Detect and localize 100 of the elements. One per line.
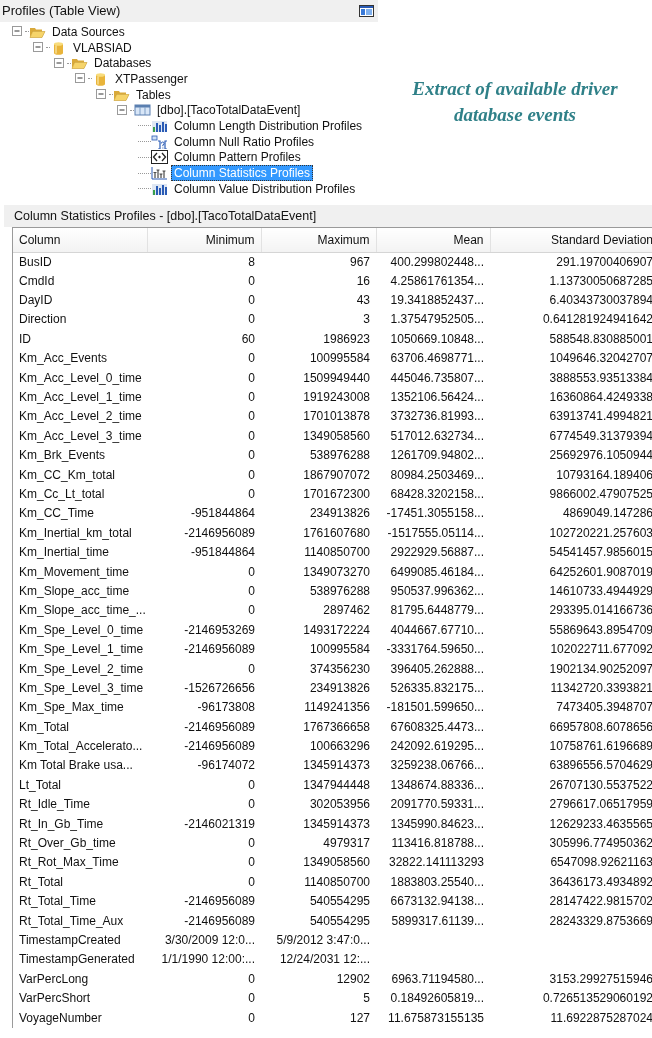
null-ratio-icon	[151, 134, 168, 149]
table-cell: Rt_Idle_Time	[19, 797, 90, 812]
tree-item[interactable]: Column Pattern Profiles	[171, 149, 304, 166]
tree-item[interactable]: Column Value Distribution Profiles	[171, 180, 359, 197]
table-cell: 0.726513529060192	[542, 991, 652, 1006]
table-cell: 1867907072	[303, 467, 370, 482]
table-cell: 10758761.6196689	[549, 739, 652, 754]
table-cell: 0	[248, 874, 255, 889]
table-cell: 1.13730050687285	[549, 273, 652, 288]
table-cell: 0	[248, 836, 255, 850]
table-cell: CmdId	[19, 273, 55, 288]
bar-chart-icon	[151, 118, 168, 133]
table-cell: 4979317	[323, 836, 370, 850]
table-cell: Km Total Brake usa...	[19, 758, 133, 773]
table-cell: 9866002.47907525	[549, 487, 652, 501]
column-header[interactable]: Maximum	[261, 228, 376, 252]
tree-item[interactable]: [dbo].[TacoTotalDataEvent]	[154, 102, 304, 119]
panel-title: Column Statistics Profiles - [dbo].[TacoTotalDataEvent]	[14, 207, 317, 225]
table-cell: 0	[248, 564, 255, 579]
table-cell: 1349073270	[303, 564, 370, 579]
table-cell: Km_Spe_Level_2_time	[19, 661, 144, 676]
table-cell: 64252601.9087019	[549, 564, 652, 579]
column-header[interactable]: Standard Deviation	[490, 228, 652, 252]
table-cell: 11.675873155135	[388, 1010, 484, 1025]
table-cell: Km_Movement_time	[19, 564, 130, 579]
tree-item[interactable]: Column Null Ratio Profiles	[171, 133, 318, 150]
collapse-icon[interactable]	[33, 42, 44, 54]
table-cell: 1140850700	[304, 545, 370, 560]
statistics-icon	[151, 166, 168, 181]
table-cell: Km_Acc_Level_2_time	[19, 409, 142, 424]
table-cell: 3/30/2009 12:0...	[164, 932, 255, 947]
table-cell: 100995584	[309, 351, 370, 366]
table-cell: 16	[356, 273, 370, 288]
table-cell: 0	[248, 293, 255, 308]
pattern-icon	[151, 150, 168, 165]
table-cell: Km_Cc_Lt_total	[19, 487, 105, 501]
column-header[interactable]: Minimum	[147, 228, 261, 252]
window-icon[interactable]	[359, 5, 374, 17]
table-cell: 0	[248, 351, 255, 366]
table-cell: 1348674.88336...	[390, 777, 484, 792]
collapse-icon[interactable]	[54, 57, 65, 69]
tree-item[interactable]: Databases	[91, 55, 155, 72]
table-cell: 0.641281924941642	[542, 312, 652, 327]
table-cell: Km_Acc_Level_3_time	[19, 428, 142, 443]
table-cell: 0	[248, 603, 255, 618]
table-cell: 12629233.4635565	[549, 816, 652, 831]
tree-item[interactable]: Column Length Distribution Profiles	[171, 117, 366, 134]
table-cell: 10793164.189406	[556, 467, 652, 482]
table-cell: 32822.141113293	[389, 855, 484, 870]
table-cell: VarPercLong	[19, 971, 89, 986]
table-cell: TimestampGenerated	[19, 952, 135, 967]
table-cell: Km_Acc_Level_0_time	[19, 370, 142, 385]
collapse-icon[interactable]	[117, 104, 128, 116]
table-cell: 1883803.25540...	[390, 874, 484, 889]
table-cell: 0	[248, 409, 255, 424]
column-header[interactable]: Mean	[376, 228, 490, 252]
collapse-icon[interactable]	[75, 73, 86, 85]
column-header[interactable]: Column	[13, 228, 147, 252]
table-cell: 0	[248, 971, 255, 986]
table-cell: -96174072	[197, 758, 255, 773]
table-cell: 0	[248, 777, 255, 792]
tree-item[interactable]: VLABSIAD	[70, 39, 135, 56]
table-cell: 1345914373	[303, 758, 370, 773]
table-cell: 1050669.10848...	[390, 331, 484, 346]
table-cell: 100663296	[309, 739, 370, 754]
table-cell: 5	[363, 991, 370, 1006]
tree-item[interactable]: Tables	[133, 86, 174, 103]
table-cell: 526335.832175...	[390, 680, 484, 695]
tree-item[interactable]: Data Sources	[49, 23, 128, 40]
table-cell: 0	[248, 312, 255, 327]
table-cell: 6673132.94138...	[390, 894, 484, 909]
table-cell: ID	[19, 331, 31, 346]
table-cell: 1509949440	[303, 370, 370, 385]
table-cell: Rt_Over_Gb_time	[19, 836, 116, 850]
table-cell: 445046.735807...	[390, 370, 484, 385]
table-cell: 0	[248, 273, 255, 288]
table-cell: 26707130.5537522	[549, 777, 652, 792]
table-cell: Km_CC_Time	[19, 506, 94, 521]
table-cell: 100995584	[309, 642, 370, 657]
table-cell: VoyageNumber	[19, 1010, 102, 1025]
table-cell: 0	[248, 390, 255, 405]
table-cell: 67608325.4473...	[390, 719, 484, 734]
table-cell: 1349058560	[303, 428, 370, 443]
table-cell: -1517555.05114...	[387, 525, 484, 540]
table-cell: 0	[248, 428, 255, 443]
table-cell: 6774549.31379394	[549, 428, 652, 443]
table-cell: 5899317.61139...	[391, 913, 484, 928]
collapse-icon[interactable]	[12, 26, 23, 38]
table-cell: 7473405.3948707	[556, 700, 652, 715]
table-cell: 6.40343730037894	[549, 293, 652, 308]
table-cell: -2146956089	[184, 894, 255, 909]
table-cell: 540554295	[309, 894, 370, 909]
table-cell: -2146956089	[184, 642, 255, 657]
tree-item[interactable]: XTPassenger	[112, 70, 191, 87]
table-cell: 400.299802448...	[390, 254, 484, 269]
table-cell: VarPercShort	[19, 991, 91, 1006]
table-cell: -951844864	[190, 545, 255, 560]
collapse-icon[interactable]	[96, 89, 107, 101]
table-cell: 6963.71194580...	[391, 971, 484, 986]
table-cell: Km_Inertial_time	[19, 545, 110, 560]
